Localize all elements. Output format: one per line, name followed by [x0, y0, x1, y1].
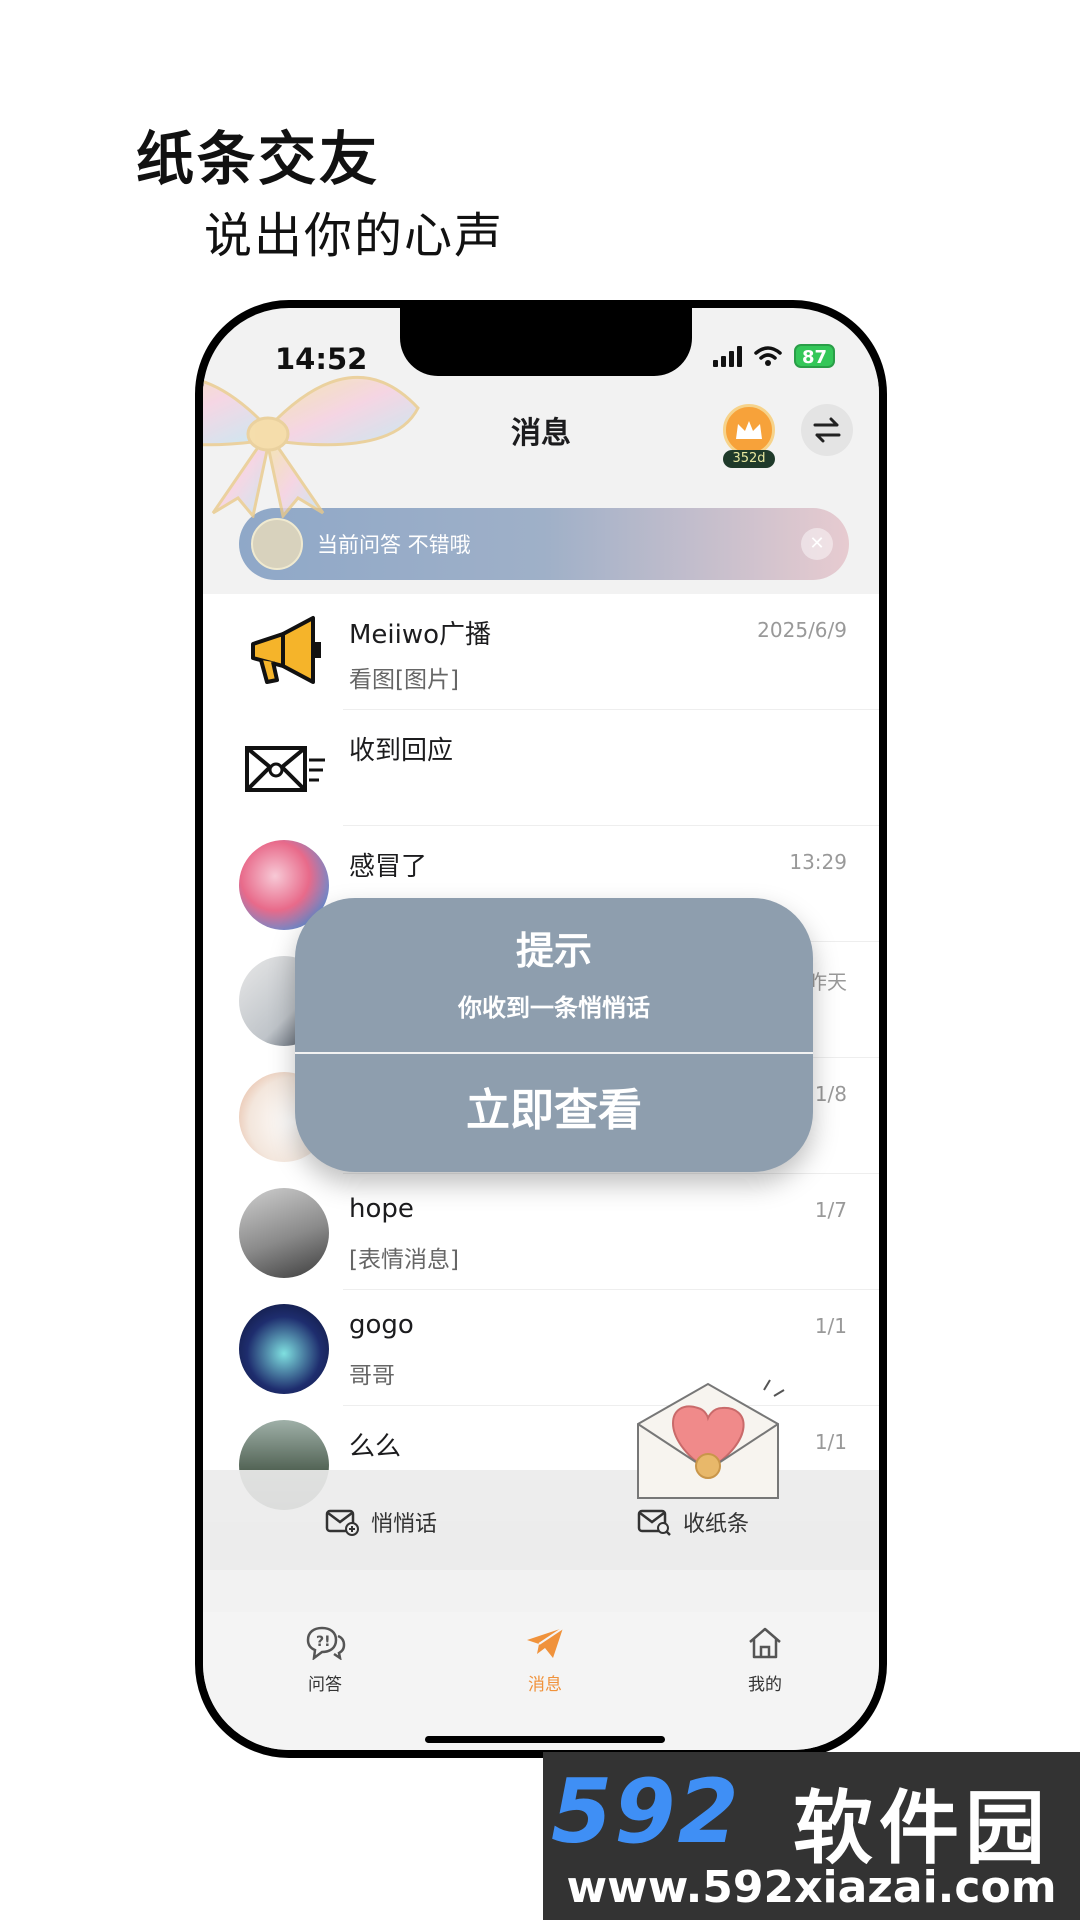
list-item-responses[interactable]: 收到回应: [203, 710, 879, 826]
alert-dialog: 提示 你收到一条悄悄话 立即查看: [295, 898, 813, 1172]
heart-envelope-icon: [637, 1379, 785, 1499]
watermark-logo: 592: [551, 1760, 741, 1863]
vip-days-label: 352d: [723, 450, 775, 468]
message-time: 1/1: [814, 1314, 847, 1338]
message-name: 收到回应: [349, 736, 454, 766]
screenshot-page: 纸条交友 说出你的心声 14:52 87 消息 352d 当前问答 不错哦 ✕ …: [0, 0, 1080, 1920]
wifi-icon: [754, 346, 782, 366]
notice-banner[interactable]: 当前问答 不错哦 ✕: [239, 508, 849, 580]
tab-messages[interactable]: 消息: [475, 1626, 615, 1695]
status-indicators: 87: [712, 344, 835, 368]
svg-text:?!: ?!: [316, 1634, 331, 1650]
tab-messages-label: 消息: [528, 1675, 562, 1695]
tab-mine[interactable]: 我的: [695, 1626, 835, 1695]
dialog-title: 提示: [515, 929, 592, 973]
home-icon: [749, 1627, 781, 1659]
cellular-signal-icon: [712, 345, 742, 367]
mail-search-icon: [637, 1509, 671, 1536]
paper-plane-icon: [527, 1627, 564, 1658]
envelope-icon: [239, 724, 329, 814]
megaphone-icon: [239, 608, 329, 698]
avatar: [239, 1188, 329, 1278]
list-item-broadcast[interactable]: Meiiwo广播 看图[图片] 2025/6/9: [203, 594, 879, 710]
phone-frame: 14:52 87 消息 352d 当前问答 不错哦 ✕ Meiiwo广播 看图[…: [195, 300, 887, 1758]
receive-note-button[interactable]: 收纸条: [637, 1506, 749, 1538]
message-preview: 看图[图片]: [349, 667, 459, 693]
message-time: 13:29: [789, 850, 847, 874]
promo-subline: 说出你的心声: [204, 208, 505, 264]
tab-qa[interactable]: ?! 问答: [255, 1626, 395, 1695]
home-indicator: [425, 1736, 665, 1743]
list-item-conversation[interactable]: hope [表情消息] 1/7: [203, 1174, 879, 1290]
promo-headline: 纸条交友: [136, 125, 381, 193]
receive-note-label: 收纸条: [683, 1512, 750, 1537]
message-name: 么么: [349, 1432, 402, 1462]
bow-decoration-icon: [203, 376, 420, 518]
message-preview: 哥哥: [349, 1363, 395, 1389]
message-name: 感冒了: [349, 852, 428, 882]
message-time: 1/7: [814, 1198, 847, 1222]
message-time: 1/1: [814, 1430, 847, 1454]
tab-bar: ?! 问答 消息 我的: [203, 1612, 879, 1750]
dialog-divider: [295, 1052, 813, 1054]
crown-icon: [736, 421, 762, 439]
message-preview: [表情消息]: [349, 1247, 459, 1273]
message-time: 1/8: [814, 1082, 847, 1106]
message-name: Meiiwo广播: [349, 620, 492, 650]
tab-mine-label: 我的: [748, 1675, 782, 1695]
notice-thumbnail: [251, 518, 303, 570]
message-name: hope: [349, 1194, 414, 1224]
notice-close-button[interactable]: ✕: [801, 528, 833, 560]
mail-plus-icon: [325, 1509, 359, 1536]
phone-notch: [400, 308, 692, 376]
site-watermark: 592 软件园 www.592xiazai.com: [543, 1752, 1080, 1920]
qa-bubble-icon: ?!: [306, 1626, 346, 1660]
tab-qa-label: 问答: [308, 1675, 342, 1695]
message-name: gogo: [349, 1310, 414, 1340]
switch-button[interactable]: [801, 404, 853, 456]
message-time: 昨天: [807, 970, 847, 994]
notice-text: 当前问答 不错哦: [317, 533, 471, 557]
vip-crown-button[interactable]: [723, 404, 775, 456]
avatar: [239, 1304, 329, 1394]
view-now-button[interactable]: 立即查看: [295, 1074, 813, 1138]
battery-indicator: 87: [793, 344, 835, 368]
whisper-label: 悄悄话: [371, 1512, 438, 1537]
message-time: 2025/6/9: [757, 618, 847, 642]
watermark-url: www.592xiazai.com: [566, 1862, 1057, 1913]
dialog-message: 你收到一条悄悄话: [458, 994, 650, 1022]
swap-arrows-icon: [813, 417, 841, 443]
whisper-button[interactable]: 悄悄话: [325, 1506, 437, 1538]
